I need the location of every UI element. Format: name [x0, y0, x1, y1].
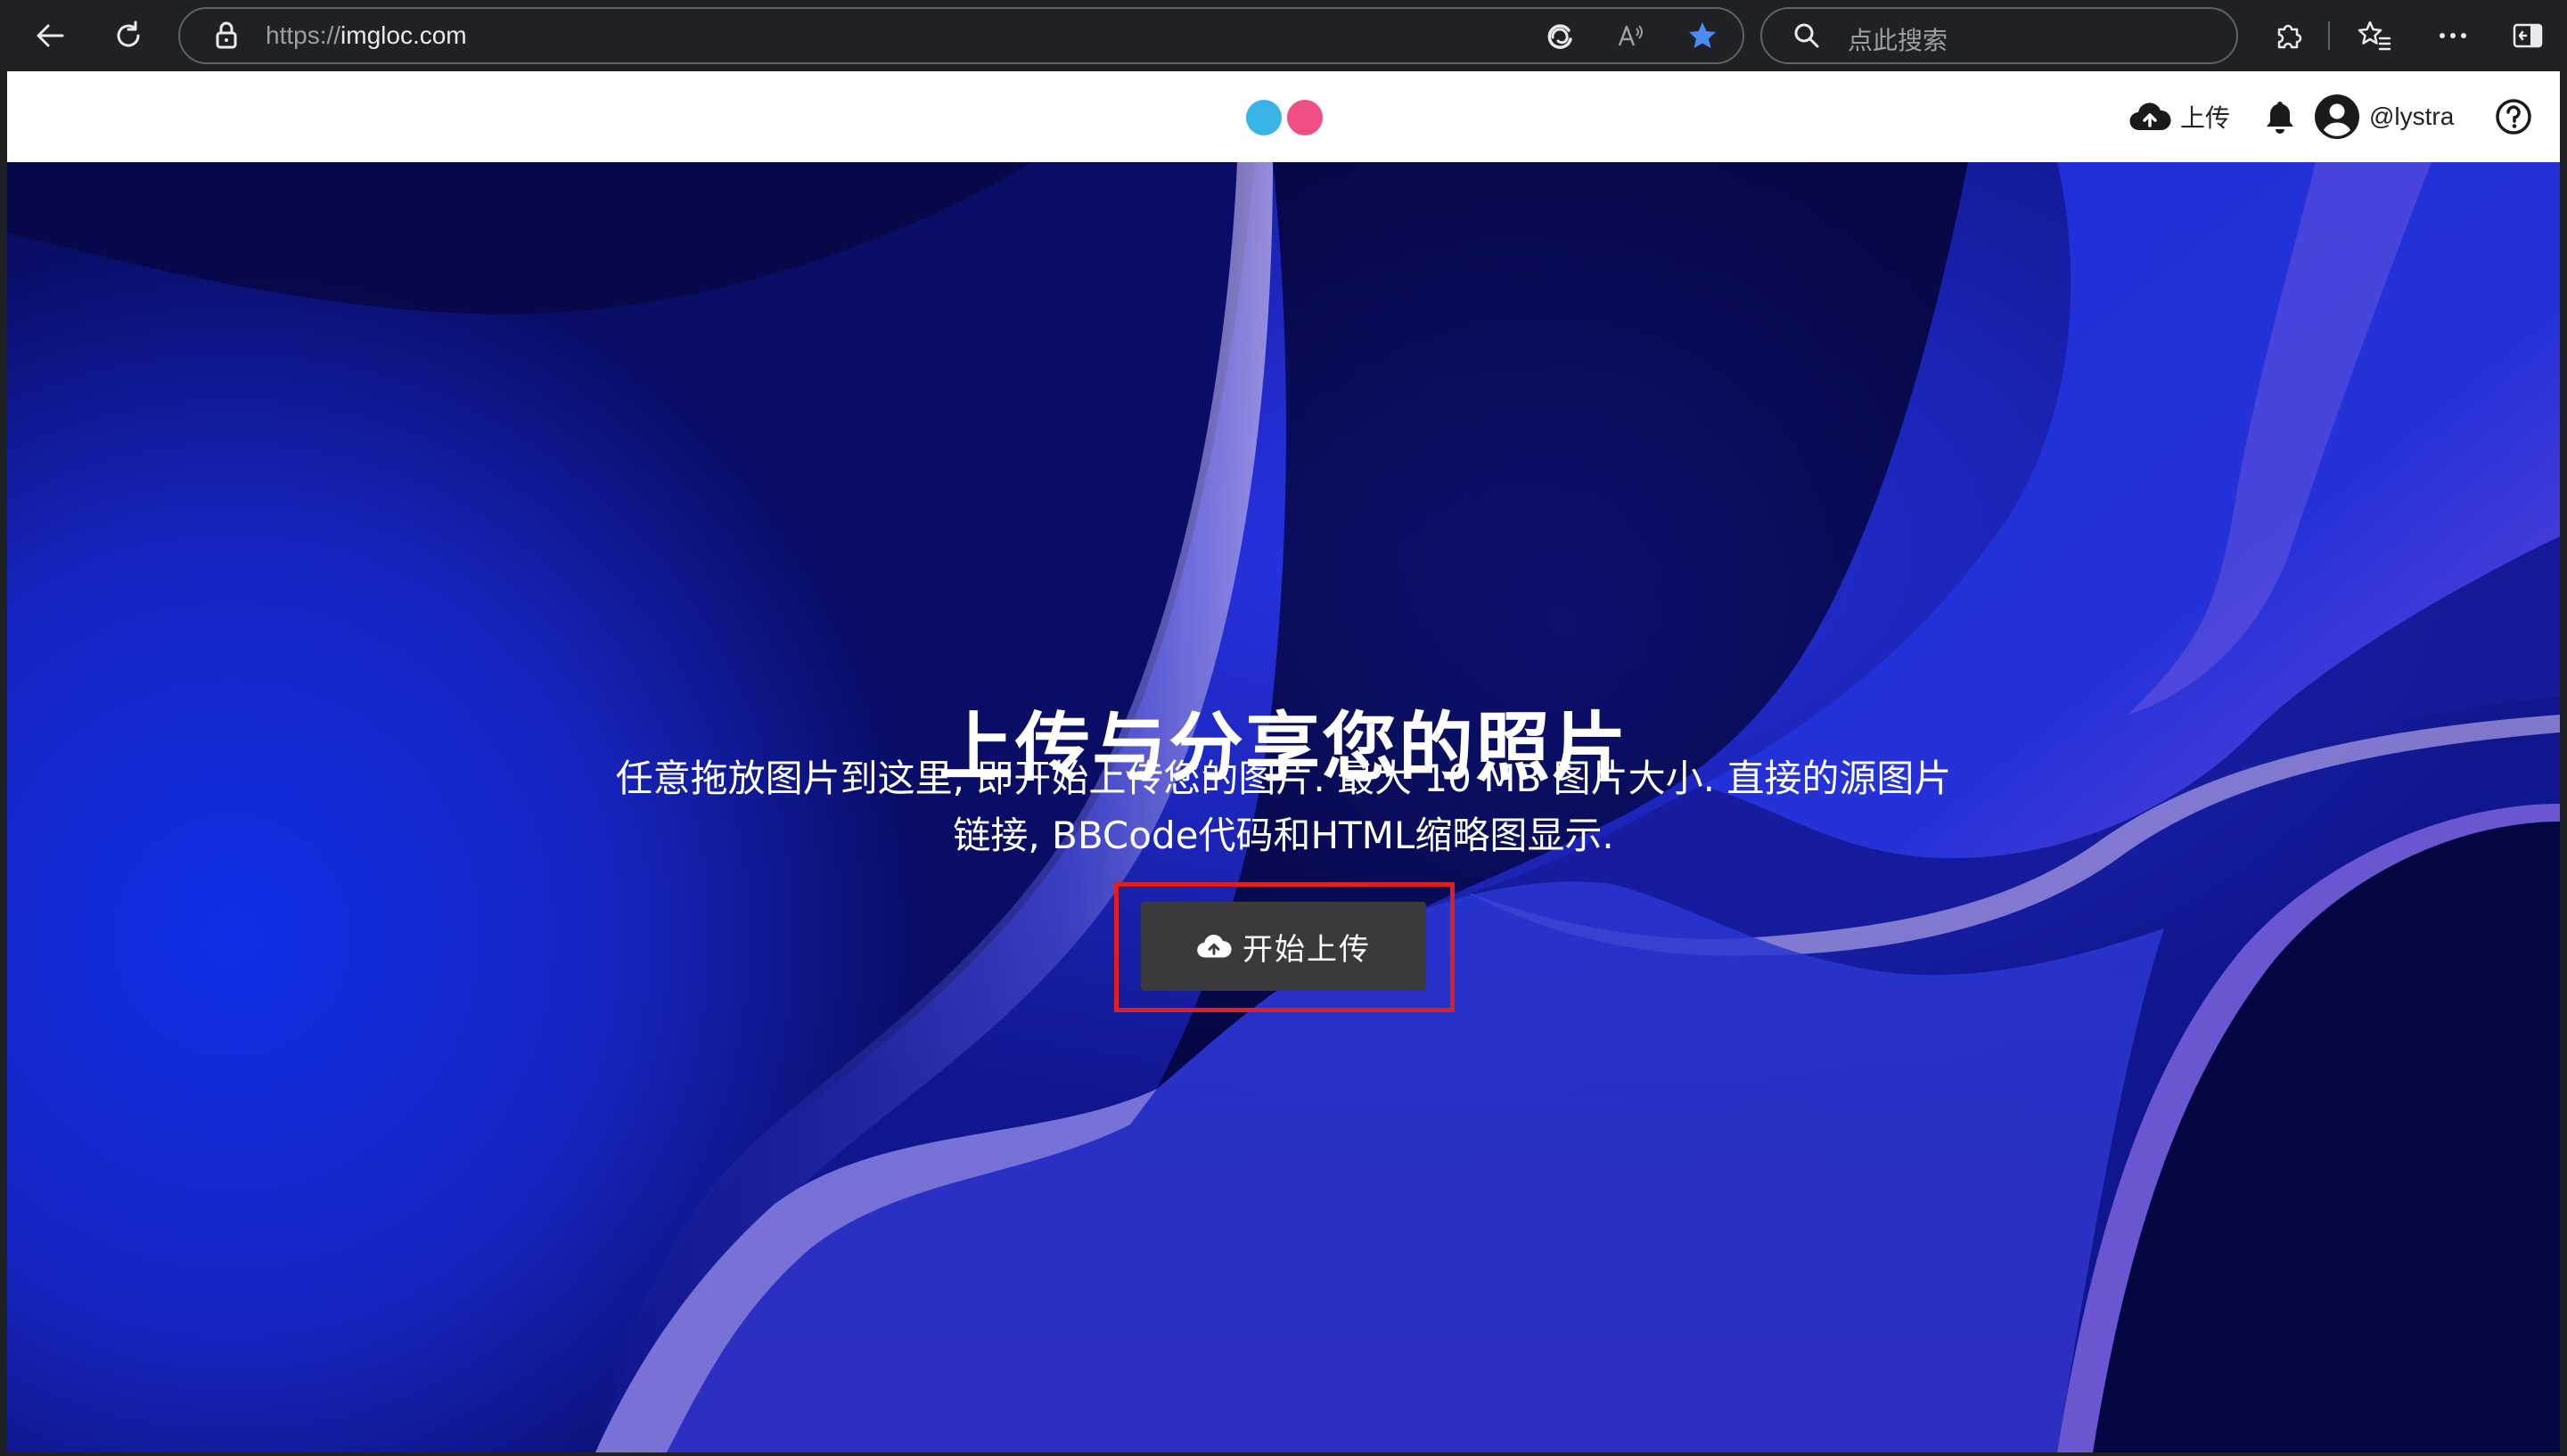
web-page: 上传 @lystra 上传与分享您的照片 任意拖放图片到这里, 即开始上传您的图… — [7, 71, 2560, 1452]
url-protocol: https:// — [266, 21, 341, 49]
edge-refresh-icon — [1547, 24, 1572, 49]
start-upload-label: 开始上传 — [1242, 932, 1371, 967]
logo-dot-blue[interactable] — [1246, 100, 1282, 135]
url-text[interactable]: https://imgloc.com — [266, 21, 467, 50]
browser-search-box[interactable]: 点此搜索 — [1760, 7, 2238, 64]
search-placeholder: 点此搜索 — [1848, 26, 1948, 55]
back-arrow-icon — [37, 24, 64, 47]
hero-section[interactable]: 上传与分享您的照片 任意拖放图片到这里, 即开始上传您的图片. 最大 10 MB… — [7, 162, 2560, 1452]
help-icon — [2496, 99, 2531, 135]
puzzle-icon — [2277, 24, 2302, 49]
hero-subtitle-line-2: 链接, BBCode代码和HTML缩略图显示. — [953, 814, 1614, 857]
site-header: 上传 @lystra — [7, 71, 2560, 162]
favorites-star-list-icon — [2358, 20, 2391, 51]
sidebar-toggle-button[interactable] — [2505, 12, 2551, 59]
url-host: imgloc.com — [340, 21, 467, 49]
notifications-button[interactable] — [2262, 94, 2298, 139]
extensions-button[interactable] — [2266, 12, 2312, 59]
read-aloud-button[interactable] — [1612, 16, 1651, 55]
hero-subtitle-line-1: 任意拖放图片到这里, 即开始上传您的图片. 最大 10 MB 图片大小. 直接的… — [615, 757, 1952, 800]
start-upload-button[interactable]: 开始上传 — [1141, 902, 1426, 991]
refresh-icon — [117, 20, 140, 47]
hero-subtitle: 任意拖放图片到这里, 即开始上传您的图片. 最大 10 MB 图片大小. 直接的… — [570, 750, 1997, 864]
refresh-button[interactable] — [105, 12, 152, 59]
sidebar-panel-icon — [2513, 23, 2543, 48]
toolbar-divider — [2328, 21, 2330, 50]
cloud-upload-icon — [2129, 102, 2171, 131]
bell-icon — [2267, 102, 2293, 134]
cloud-upload-icon — [1197, 935, 1232, 958]
back-button[interactable] — [27, 12, 73, 59]
read-aloud-icon — [1618, 25, 1643, 46]
search-icon — [1787, 16, 1826, 55]
username-label: @lystra — [2369, 102, 2455, 130]
user-menu[interactable]: @lystra — [2314, 94, 2454, 139]
header-upload-link[interactable]: 上传 — [2128, 94, 2230, 139]
browser-essentials-button[interactable] — [1540, 16, 1579, 55]
browser-toolbar: https://imgloc.com 点此搜索 — [0, 0, 2567, 71]
logo-dot-pink[interactable] — [1287, 100, 1323, 135]
star-filled-icon — [1689, 22, 1716, 48]
more-horizontal-icon — [2440, 33, 2466, 38]
address-bar[interactable]: https://imgloc.com — [178, 7, 1744, 64]
help-button[interactable] — [2494, 94, 2533, 139]
more-menu-button[interactable] — [2430, 12, 2476, 59]
lock-icon[interactable] — [207, 16, 246, 55]
favorites-button[interactable] — [2351, 12, 2398, 59]
header-upload-label: 上传 — [2180, 104, 2231, 132]
avatar-icon — [2315, 94, 2359, 139]
favorite-button[interactable] — [1683, 16, 1722, 55]
